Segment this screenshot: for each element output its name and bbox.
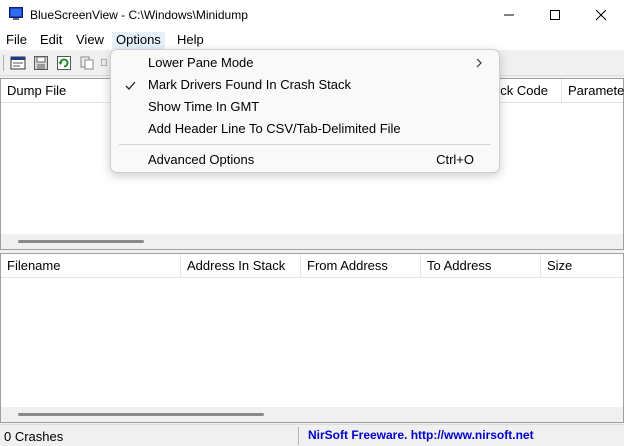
menu-item-label: Advanced Options	[148, 152, 255, 167]
copy-button[interactable]	[78, 54, 96, 72]
menu-item-lower-pane-mode[interactable]: Lower Pane Mode	[115, 52, 495, 74]
bottom-scrollbar-thumb[interactable]	[18, 413, 264, 416]
column-bug-check-code[interactable]: eck Code	[491, 79, 562, 103]
copy-all-icon	[100, 58, 107, 66]
menu-item-label: Mark Drivers Found In Crash Stack	[148, 77, 352, 92]
menu-item-show-time-gmt[interactable]: Show Time In GMT	[115, 96, 495, 118]
menu-item-shortcut: Ctrl+O	[436, 152, 474, 167]
menu-item-advanced-options[interactable]: Advanced Options Ctrl+O	[115, 149, 495, 171]
top-scrollbar-thumb[interactable]	[18, 240, 144, 243]
crash-count: 0 Crashes	[4, 429, 64, 444]
menu-item-label: Add Header Line To CSV/Tab-Delimited Fil…	[148, 121, 401, 136]
properties-icon	[10, 56, 26, 70]
minimize-button[interactable]	[486, 0, 532, 30]
nirsoft-link[interactable]: NirSoft Freeware. http://www.nirsoft.net	[308, 428, 534, 442]
close-button[interactable]	[578, 0, 624, 30]
menu-options[interactable]: Options	[112, 32, 165, 49]
checkmark-icon	[125, 74, 139, 96]
column-size[interactable]: Size	[541, 254, 624, 278]
save-button[interactable]	[32, 54, 50, 72]
copy-all-button[interactable]	[100, 54, 110, 72]
save-icon	[34, 56, 48, 70]
menu-bar: File Edit View Options Help	[0, 30, 624, 50]
column-address-in-stack[interactable]: Address In Stack	[181, 254, 301, 278]
bottom-horizontal-scrollbar[interactable]	[1, 407, 623, 422]
close-icon	[595, 9, 607, 21]
menu-item-add-header-line[interactable]: Add Header Line To CSV/Tab-Delimited Fil…	[115, 118, 495, 140]
menu-help[interactable]: Help	[177, 32, 204, 49]
status-divider	[298, 427, 299, 445]
submenu-arrow-icon	[475, 52, 483, 74]
bluescreen-app-icon	[9, 7, 23, 21]
drivers-list-pane[interactable]: Filename Address In Stack From Address T…	[0, 253, 624, 423]
menu-item-label: Lower Pane Mode	[148, 55, 254, 70]
top-horizontal-scrollbar[interactable]	[1, 234, 623, 249]
column-filename[interactable]: Filename	[1, 254, 181, 278]
window-title: BlueScreenView - C:\Windows\Minidump	[30, 8, 248, 22]
menu-file[interactable]: File	[6, 32, 27, 49]
menu-item-label: Show Time In GMT	[148, 99, 260, 114]
refresh-button[interactable]	[55, 54, 73, 72]
maximize-button[interactable]	[532, 0, 578, 30]
menu-edit[interactable]: Edit	[40, 32, 62, 49]
menu-item-mark-drivers[interactable]: Mark Drivers Found In Crash Stack	[115, 74, 495, 96]
status-bar: 0 Crashes NirSoft Freeware. http://www.n…	[0, 424, 624, 446]
minimize-icon	[504, 14, 514, 16]
toolbar-separator	[3, 55, 4, 71]
menu-separator	[119, 144, 491, 145]
maximize-icon	[550, 10, 560, 20]
copy-icon	[80, 56, 94, 70]
menu-view[interactable]: View	[76, 32, 104, 49]
column-from-address[interactable]: From Address	[301, 254, 421, 278]
column-dump-file[interactable]: Dump File	[1, 79, 111, 103]
column-parameter[interactable]: Paramete	[562, 79, 624, 103]
refresh-icon	[57, 56, 71, 70]
drivers-list-header: Filename Address In Stack From Address T…	[1, 254, 623, 278]
title-bar: BlueScreenView - C:\Windows\Minidump	[0, 0, 624, 30]
options-dropdown-menu: Lower Pane Mode Mark Drivers Found In Cr…	[110, 49, 500, 173]
properties-button[interactable]	[9, 54, 27, 72]
column-to-address[interactable]: To Address	[421, 254, 541, 278]
